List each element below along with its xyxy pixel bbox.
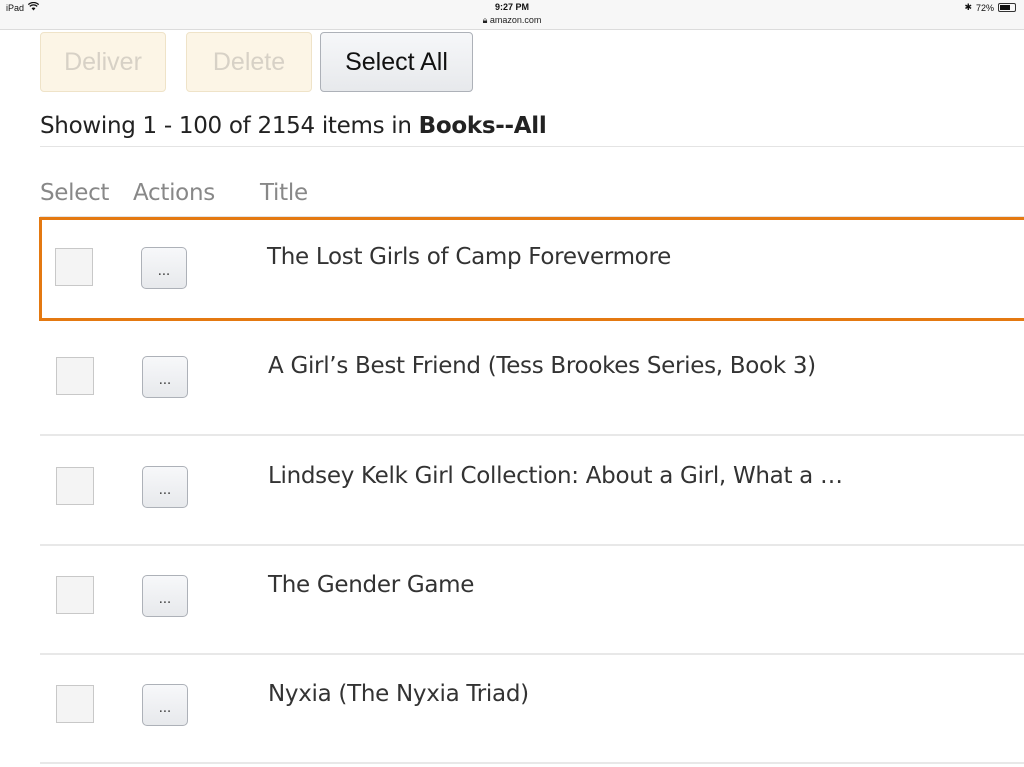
select-checkbox[interactable] — [56, 685, 94, 723]
list-item[interactable]: ... A Girl’s Best Friend (Tess Brookes Se… — [40, 326, 1024, 432]
actions-button[interactable]: ... — [141, 247, 187, 289]
list-item[interactable]: ... The Gender Game — [40, 545, 1024, 651]
deliver-button[interactable]: Deliver — [40, 32, 166, 92]
select-checkbox[interactable] — [56, 467, 94, 505]
list-item[interactable]: ... Lindsey Kelk Girl Collection: About a… — [40, 436, 1024, 542]
select-checkbox[interactable] — [56, 357, 94, 395]
results-summary-text: Showing 1 - 100 of 2154 items in — [40, 113, 419, 139]
list-item[interactable]: ... Nyxia (The Nyxia Triad) — [40, 654, 1024, 760]
clock: 9:27 PM — [494, 2, 529, 12]
divider — [40, 146, 1024, 147]
battery-icon — [998, 3, 1016, 12]
column-header-select: Select — [40, 180, 110, 206]
select-checkbox[interactable] — [55, 248, 93, 286]
status-bar: iPad 9:27 PM 🔒︎ amazon.com ✱ 72% — [0, 0, 1024, 30]
select-all-button[interactable]: Select All — [320, 32, 473, 92]
delete-button[interactable]: Delete — [186, 32, 312, 92]
battery-fill — [1000, 5, 1011, 10]
actions-button[interactable]: ... — [142, 466, 188, 508]
column-header-actions: Actions — [133, 180, 215, 206]
item-title[interactable]: Lindsey Kelk Girl Collection: About a Gi… — [268, 463, 843, 489]
status-right: ✱ 72% — [964, 2, 1016, 13]
address-bar[interactable]: 🔒︎ amazon.com — [0, 15, 1024, 26]
item-title[interactable]: A Girl’s Best Friend (Tess Brookes Serie… — [268, 353, 816, 379]
column-header-title[interactable]: Title — [260, 180, 308, 206]
actions-button[interactable]: ... — [142, 356, 188, 398]
item-title[interactable]: The Lost Girls of Camp Forevermore — [267, 244, 671, 270]
results-summary: Showing 1 - 100 of 2154 items in Books--… — [40, 113, 547, 139]
item-title[interactable]: The Gender Game — [268, 572, 474, 598]
actions-button[interactable]: ... — [142, 575, 188, 617]
battery-percent: 72% — [975, 2, 994, 13]
actions-button[interactable]: ... — [142, 684, 188, 726]
item-title[interactable]: Nyxia (The Nyxia Triad) — [268, 681, 529, 707]
category-name: Books--All — [418, 113, 547, 139]
row-divider — [40, 762, 1024, 764]
select-checkbox[interactable] — [56, 576, 94, 614]
toolbar: Deliver Delete Select All — [40, 32, 473, 92]
lock-icon: 🔒︎ — [482, 15, 488, 25]
list-item[interactable]: ... The Lost Girls of Camp Forevermore — [39, 217, 1024, 321]
bluetooth-icon: ✱ — [964, 2, 972, 12]
url-text: amazon.com — [489, 15, 542, 25]
